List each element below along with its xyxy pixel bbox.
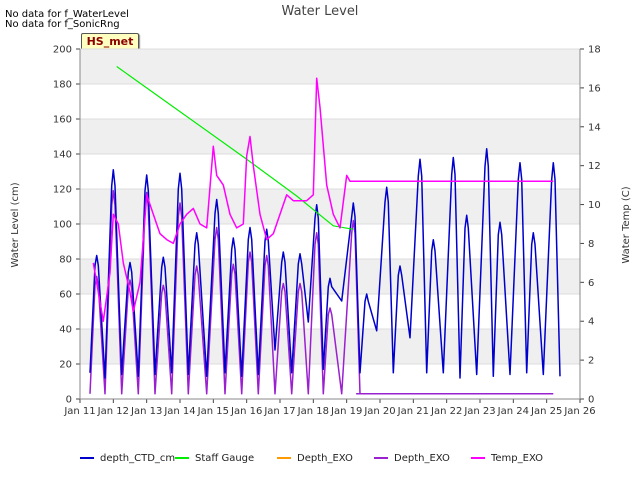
- x-tick-label: Jan 19: [330, 406, 362, 417]
- y2-tick-label: 6: [588, 278, 594, 289]
- y-tick-label: 160: [53, 115, 72, 126]
- y2-tick-label: 10: [588, 200, 601, 211]
- legend-label: Temp_EXO: [491, 453, 544, 464]
- y2-tick-label: 8: [588, 239, 594, 250]
- legend-label: Depth_EXO: [297, 453, 353, 464]
- y2-tick-label: 18: [588, 45, 601, 56]
- water-level-chart: 0 20 40 60 80 100 120 140 160 180 200 0 2 4 6 8 10 12 14 16…: [10, 4, 632, 417]
- x-tick-label: Jan 25: [530, 406, 562, 417]
- legend-label: depth_CTD_cm: [100, 453, 176, 464]
- legend-item: Temp_EXO: [471, 453, 543, 464]
- x-tick-label: Jan 15: [197, 406, 229, 417]
- y-axis-title: Water Level (cm): [10, 182, 21, 267]
- x-tick-label: Jan 20: [363, 406, 395, 417]
- y-tick-label: 60: [59, 290, 72, 301]
- legend-label: Depth_EXO: [394, 453, 450, 464]
- y2-tick-label: 2: [588, 356, 594, 367]
- legend-label: Staff Gauge: [195, 453, 255, 464]
- x-tick-label: Jan 24: [497, 406, 529, 417]
- y-tick-label: 120: [53, 185, 72, 196]
- legend-item: Staff Gauge: [175, 453, 254, 464]
- legend-swatch: [277, 457, 291, 459]
- y-tick-label: 180: [53, 80, 72, 91]
- y2-tick-label: 0: [588, 395, 594, 406]
- y2-tick-label: 16: [588, 83, 601, 94]
- y-tick-label: 0: [66, 395, 72, 406]
- legend-item: depth_CTD_cm: [80, 453, 175, 464]
- x-tick-label: Jan 21: [397, 406, 429, 417]
- y2-axis-title: Water Temp (C): [621, 186, 632, 263]
- y2-tick-label: 14: [588, 122, 601, 133]
- y-tick-label: 100: [53, 220, 72, 231]
- x-tick-label: Jan 22: [430, 406, 462, 417]
- y-tick-label: 140: [53, 150, 72, 161]
- x-tick-label: Jan 13: [130, 406, 162, 417]
- y-tick-label: 20: [59, 360, 72, 371]
- legend-swatch: [471, 457, 485, 459]
- y2-tick-label: 12: [588, 161, 601, 172]
- y-tick-label: 200: [53, 45, 72, 56]
- x-tick-label: Jan 17: [263, 406, 295, 417]
- legend-swatch: [175, 457, 189, 459]
- y-tick-label: 40: [59, 325, 72, 336]
- x-tick-label: Jan 11: [63, 406, 95, 417]
- legend-swatch: [374, 457, 388, 459]
- legend-item: Depth_EXO: [277, 453, 353, 464]
- legend-item: Depth_EXO: [374, 453, 450, 464]
- x-tick-label: Jan 23: [463, 406, 495, 417]
- x-tick-label: Jan 26: [563, 406, 595, 417]
- x-tick-label: Jan 14: [163, 406, 195, 417]
- y-tick-label: 80: [59, 255, 72, 266]
- legend-swatch: [80, 457, 94, 459]
- y2-tick-label: 4: [588, 317, 594, 328]
- chart-title: Water Level: [282, 4, 359, 19]
- x-tick-label: Jan 12: [97, 406, 129, 417]
- x-tick-label: Jan 18: [297, 406, 329, 417]
- plot-band: [80, 119, 580, 154]
- x-tick-label: Jan 16: [230, 406, 262, 417]
- plot-band: [80, 49, 580, 84]
